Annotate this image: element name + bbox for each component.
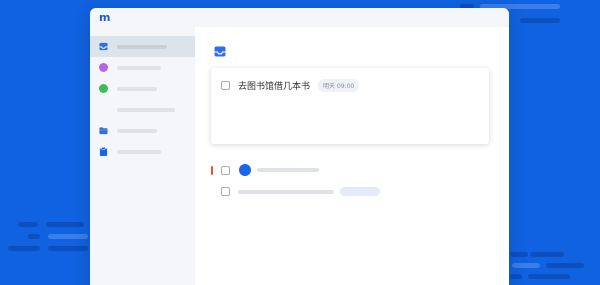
task-title-placeholder bbox=[257, 168, 319, 172]
tag-placeholder bbox=[340, 187, 380, 196]
sidebar-item-list-purple[interactable] bbox=[90, 57, 195, 78]
task-title-placeholder bbox=[238, 189, 334, 194]
avatar bbox=[239, 164, 251, 176]
priority-flag bbox=[211, 166, 213, 175]
sidebar-item-list[interactable] bbox=[90, 99, 195, 120]
sidebar-item-label bbox=[117, 149, 161, 154]
app-window: m 去图书馆借几本书 明天 09:00 bbox=[90, 8, 509, 285]
purple-dot-icon bbox=[99, 63, 108, 72]
green-dot-icon bbox=[99, 84, 108, 93]
due-date-badge[interactable]: 明天 09:00 bbox=[318, 79, 360, 92]
inbox-icon bbox=[99, 42, 108, 51]
sidebar-item-folder[interactable] bbox=[90, 120, 195, 141]
task-title[interactable]: 去图书馆借几本书 bbox=[238, 79, 310, 92]
sidebar-item-label bbox=[117, 107, 175, 112]
sidebar-item-clipboard[interactable] bbox=[90, 141, 195, 162]
sidebar-item-label bbox=[117, 86, 157, 91]
app-logo: m bbox=[99, 11, 111, 24]
task-checkbox[interactable] bbox=[221, 81, 230, 90]
task-card[interactable]: 去图书馆借几本书 明天 09:00 bbox=[211, 68, 489, 144]
sidebar bbox=[90, 27, 195, 285]
sidebar-item-list-green[interactable] bbox=[90, 78, 195, 99]
title-bar: m bbox=[90, 8, 509, 27]
sidebar-item-label bbox=[117, 44, 167, 49]
sidebar-item-label bbox=[117, 128, 157, 133]
task-checkbox[interactable] bbox=[221, 165, 230, 175]
sidebar-item-label bbox=[117, 65, 161, 70]
task-row[interactable] bbox=[221, 187, 380, 196]
folder-icon bbox=[99, 127, 108, 135]
task-row[interactable] bbox=[221, 164, 319, 176]
clipboard-icon bbox=[99, 147, 108, 156]
task-checkbox[interactable] bbox=[221, 187, 230, 196]
inbox-icon bbox=[214, 46, 226, 57]
sidebar-item-inbox[interactable] bbox=[90, 36, 195, 57]
main-panel: 去图书馆借几本书 明天 09:00 bbox=[195, 27, 509, 285]
